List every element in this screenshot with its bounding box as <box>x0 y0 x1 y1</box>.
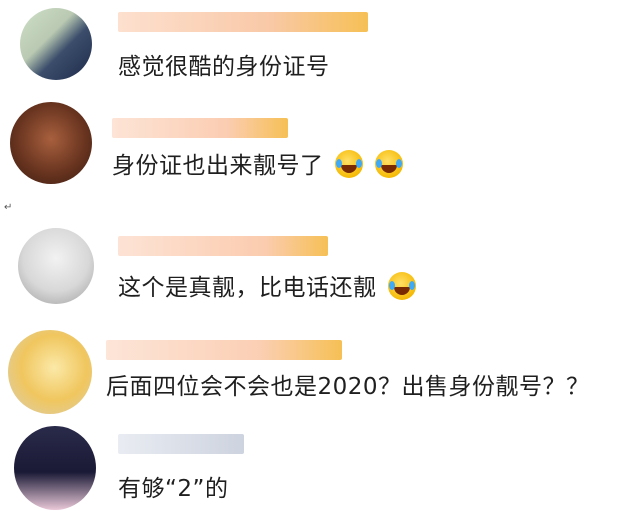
username-blurred[interactable] <box>118 236 328 256</box>
comment-text-content: 身份证也出来靓号了 <box>112 153 324 179</box>
laughing-crying-emoji-icon <box>375 150 404 178</box>
avatar[interactable] <box>20 8 92 80</box>
username-blurred[interactable] <box>112 118 288 138</box>
avatar[interactable] <box>18 228 94 304</box>
username-blurred[interactable] <box>118 12 368 32</box>
return-symbol: ↵ <box>4 202 13 213</box>
laughing-crying-emoji-icon <box>388 272 417 300</box>
comment-text: 后面四位会不会也是2020？出售身份靓号？？ <box>106 374 590 400</box>
comment-text: 身份证也出来靓号了 <box>112 150 404 181</box>
username-blurred[interactable] <box>106 340 342 360</box>
comment-text: 有够“2”的 <box>118 476 229 502</box>
comment-text: 感觉很酷的身份证号 <box>118 54 330 80</box>
laughing-crying-emoji-icon <box>335 150 364 178</box>
comment-text-content: 这个是真靓，比电话还靓 <box>118 275 377 301</box>
comment-text: 这个是真靓，比电话还靓 <box>118 272 417 303</box>
avatar[interactable] <box>10 102 92 184</box>
avatar[interactable] <box>8 330 92 414</box>
username-blurred[interactable] <box>118 434 244 454</box>
avatar[interactable] <box>14 426 96 510</box>
